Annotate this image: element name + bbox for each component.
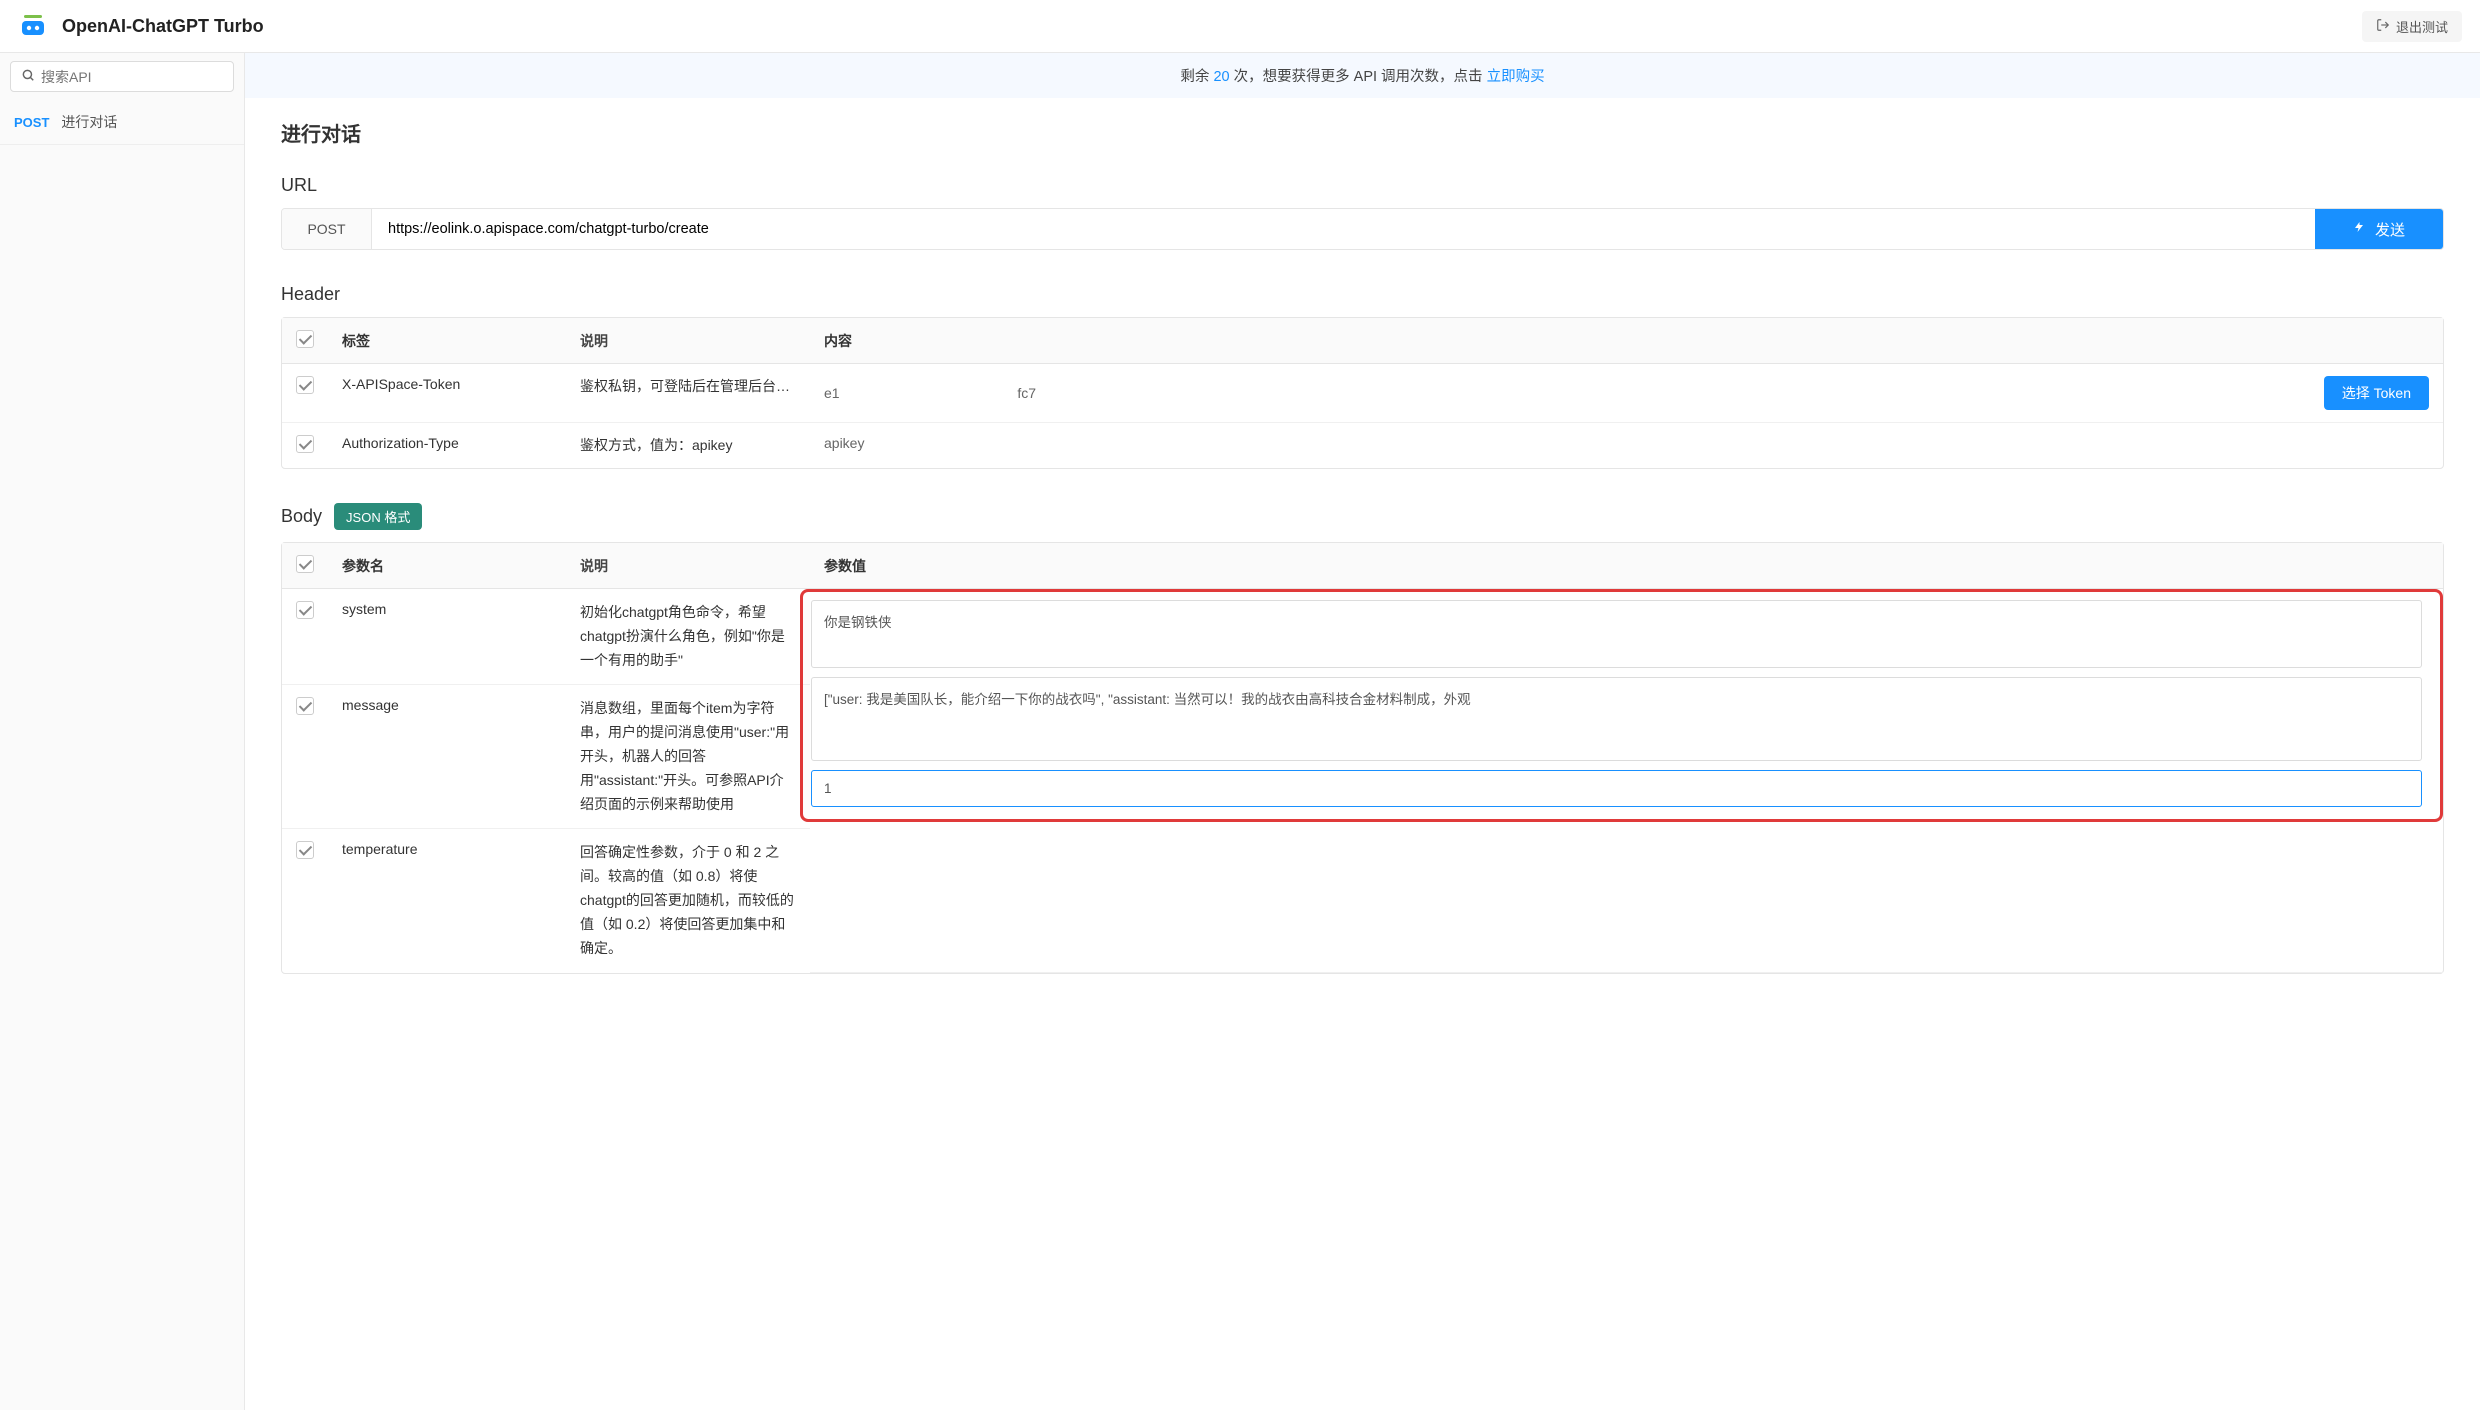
exit-test-button[interactable]: 退出测试 [2362,11,2462,42]
th-value: 参数值 [810,543,2443,589]
param-desc: 初始化chatgpt角色命令，希望chatgpt扮演什么角色，例如"你是一个有用… [566,589,810,685]
banner-mid: 次，想要获得更多 API 调用次数，点击 [1230,69,1487,85]
header-check-all[interactable] [296,330,314,348]
header-row-check[interactable] [296,376,314,394]
th-desc: 说明 [566,318,810,364]
search-box[interactable] [10,61,234,92]
header-content: e1 fc7 [824,385,1036,401]
url-method: POST [282,209,372,249]
url-row: POST 发送 [281,208,2444,250]
param-values-highlight [800,589,2443,822]
param-value-temperature[interactable] [811,770,2422,807]
url-input[interactable] [372,209,2315,249]
body-title-text: Body [281,506,322,527]
search-icon [21,68,35,85]
th-content: 内容 [810,318,2443,364]
header-label: Authorization-Type [328,423,566,469]
page-title: 进行对话 [281,118,2444,147]
param-desc: 消息数组，里面每个item为字符串，用户的提问消息使用"user:"用开头，机器… [566,685,810,829]
param-desc: 回答确定性参数，介于 0 和 2 之间。较高的值（如 0.8）将使chatgpt… [566,829,810,972]
body-check-all[interactable] [296,555,314,573]
body-row-system: system 初始化chatgpt角色命令，希望chatgpt扮演什么角色，例如… [282,589,2443,685]
param-name: temperature [328,829,566,972]
send-icon [2353,220,2365,238]
body-row-check[interactable] [296,601,314,619]
json-badge: JSON 格式 [334,503,422,530]
sidebar-item-chat[interactable]: POST 进行对话 [0,100,244,145]
header-section-title: Header [281,284,2444,305]
body-row-check[interactable] [296,841,314,859]
header-row-check[interactable] [296,435,314,453]
app-logo [18,11,48,41]
header-table: 标签 说明 内容 X-APISpace-Token 鉴权私钥，可登陆后在管理后台… [281,317,2444,469]
body-section-title: Body JSON 格式 [281,503,2444,530]
param-value-message[interactable] [811,677,2422,761]
app-title: OpenAI-ChatGPT Turbo [62,16,264,37]
th-desc: 说明 [566,543,810,589]
exit-label: 退出测试 [2396,17,2448,36]
send-button[interactable]: 发送 [2315,209,2443,249]
header-row: X-APISpace-Token 鉴权私钥，可登陆后在管理后台的… e1 fc7 [282,364,2443,423]
body-row-check[interactable] [296,697,314,715]
send-label: 发送 [2375,219,2405,240]
param-name: message [328,685,566,829]
body-table: 参数名 说明 参数值 system 初始化chatgpt角色命令，希望chatg… [281,542,2444,974]
header-row: Authorization-Type 鉴权方式，值为：apikey apikey [282,423,2443,469]
header-desc: 鉴权私钥，可登陆后在管理后台的… [566,364,810,423]
banner-count: 20 [1213,69,1229,85]
topbar: OpenAI-ChatGPT Turbo 退出测试 [0,0,2480,53]
url-section-title: URL [281,175,2444,196]
topbar-left: OpenAI-ChatGPT Turbo [18,11,264,41]
select-token-button[interactable]: 选择 Token [2324,376,2429,410]
header-content: apikey [824,435,864,451]
param-value-system[interactable] [811,600,2422,668]
main-panel: 剩余 20 次，想要获得更多 API 调用次数，点击 立即购买 进行对话 URL… [245,53,2480,1410]
exit-icon [2376,18,2390,35]
method-badge: POST [14,115,49,130]
quota-banner: 剩余 20 次，想要获得更多 API 调用次数，点击 立即购买 [245,53,2480,98]
header-label: X-APISpace-Token [328,364,566,423]
search-input[interactable] [41,69,223,85]
sidebar-item-label: 进行对话 [61,112,117,132]
header-desc: 鉴权方式，值为：apikey [566,423,810,469]
banner-prefix: 剩余 [1180,69,1213,85]
param-name: system [328,589,566,685]
buy-link[interactable]: 立即购买 [1487,69,1545,85]
sidebar: POST 进行对话 [0,53,245,1410]
th-param: 参数名 [328,543,566,589]
th-label: 标签 [328,318,566,364]
